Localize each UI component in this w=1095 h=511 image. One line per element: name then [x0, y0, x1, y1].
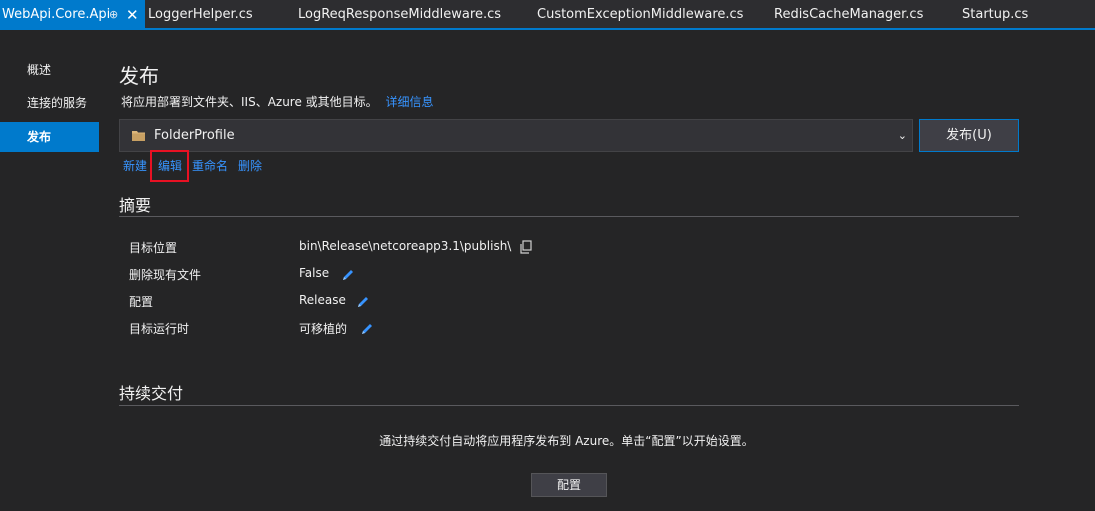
- page-description: 将应用部署到文件夹、IIS、Azure 或其他目标。 详细信息: [121, 93, 434, 110]
- chevron-down-icon[interactable]: ⌄: [898, 120, 907, 151]
- tab-startup[interactable]: Startup.cs: [962, 0, 1028, 30]
- profile-value: FolderProfile: [154, 128, 235, 143]
- publish-button[interactable]: 发布(U): [919, 119, 1019, 152]
- edit-pencil-icon[interactable]: [356, 295, 370, 309]
- summary-label: 配置: [129, 295, 154, 309]
- continuous-delivery-description: 通过持续交付自动将应用程序发布到 Azure。单击“配置”以开始设置。: [379, 434, 754, 448]
- summary-label: 删除现有文件: [129, 268, 202, 282]
- close-icon[interactable]: ✕: [126, 0, 139, 30]
- summary-divider: [119, 216, 1019, 217]
- summary-label: 目标位置: [129, 241, 178, 255]
- nav-item-label: 概述: [27, 63, 52, 77]
- tab-log-req-response-middleware[interactable]: LogReqResponseMiddleware.cs: [298, 0, 501, 30]
- tab-label: Startup.cs: [962, 7, 1029, 22]
- folder-icon: [132, 131, 145, 141]
- nav-item-label: 发布: [27, 130, 52, 144]
- tab-label: LoggerHelper.cs: [148, 7, 253, 22]
- pin-icon[interactable]: ⊕: [109, 0, 118, 30]
- configure-button[interactable]: 配置: [531, 473, 607, 497]
- tab-label: RedisCacheManager.cs: [774, 7, 924, 22]
- highlight-annotation: [150, 150, 189, 182]
- nav-item-label: 连接的服务: [27, 96, 88, 110]
- tab-webapi-core-api[interactable]: WebApi.Core.Api ⊕ ✕: [0, 0, 145, 30]
- copy-icon[interactable]: [519, 240, 533, 254]
- tab-label: LogReqResponseMiddleware.cs: [298, 7, 502, 22]
- summary-label: 目标运行时: [129, 322, 190, 336]
- page-title: 发布: [119, 64, 159, 88]
- edit-pencil-icon[interactable]: [360, 322, 374, 336]
- nav-item-publish[interactable]: 发布: [0, 122, 99, 152]
- tab-label: WebApi.Core.Api: [2, 7, 111, 22]
- document-tab-strip: WebApi.Core.Api ⊕ ✕ LoggerHelper.cs LogR…: [0, 0, 1095, 30]
- description-text: 将应用部署到文件夹、IIS、Azure 或其他目标。: [121, 95, 378, 109]
- rename-profile-link[interactable]: 重命名: [192, 157, 228, 174]
- nav-item-overview[interactable]: 概述: [0, 55, 99, 85]
- summary-value: Release: [299, 293, 346, 307]
- tab-custom-exception-middleware[interactable]: CustomExceptionMiddleware.cs: [537, 0, 743, 30]
- summary-value: False: [299, 266, 330, 280]
- tab-logger-helper[interactable]: LoggerHelper.cs: [148, 0, 253, 30]
- delete-profile-link[interactable]: 删除: [238, 157, 262, 174]
- summary-value: 可移植的: [299, 322, 348, 336]
- tab-redis-cache-manager[interactable]: RedisCacheManager.cs: [774, 0, 923, 30]
- new-profile-link[interactable]: 新建: [123, 157, 147, 174]
- nav-item-connected-services[interactable]: 连接的服务: [0, 88, 99, 118]
- continuous-delivery-title: 持续交付: [119, 384, 184, 403]
- edit-pencil-icon[interactable]: [341, 268, 355, 282]
- tab-label: CustomExceptionMiddleware.cs: [537, 7, 744, 22]
- details-link[interactable]: 详细信息: [386, 95, 434, 109]
- continuous-delivery-divider: [119, 405, 1019, 406]
- summary-title: 摘要: [119, 196, 152, 215]
- publish-profile-dropdown[interactable]: FolderProfile ⌄: [119, 119, 913, 152]
- summary-value: bin\Release\netcoreapp3.1\publish\: [299, 239, 512, 253]
